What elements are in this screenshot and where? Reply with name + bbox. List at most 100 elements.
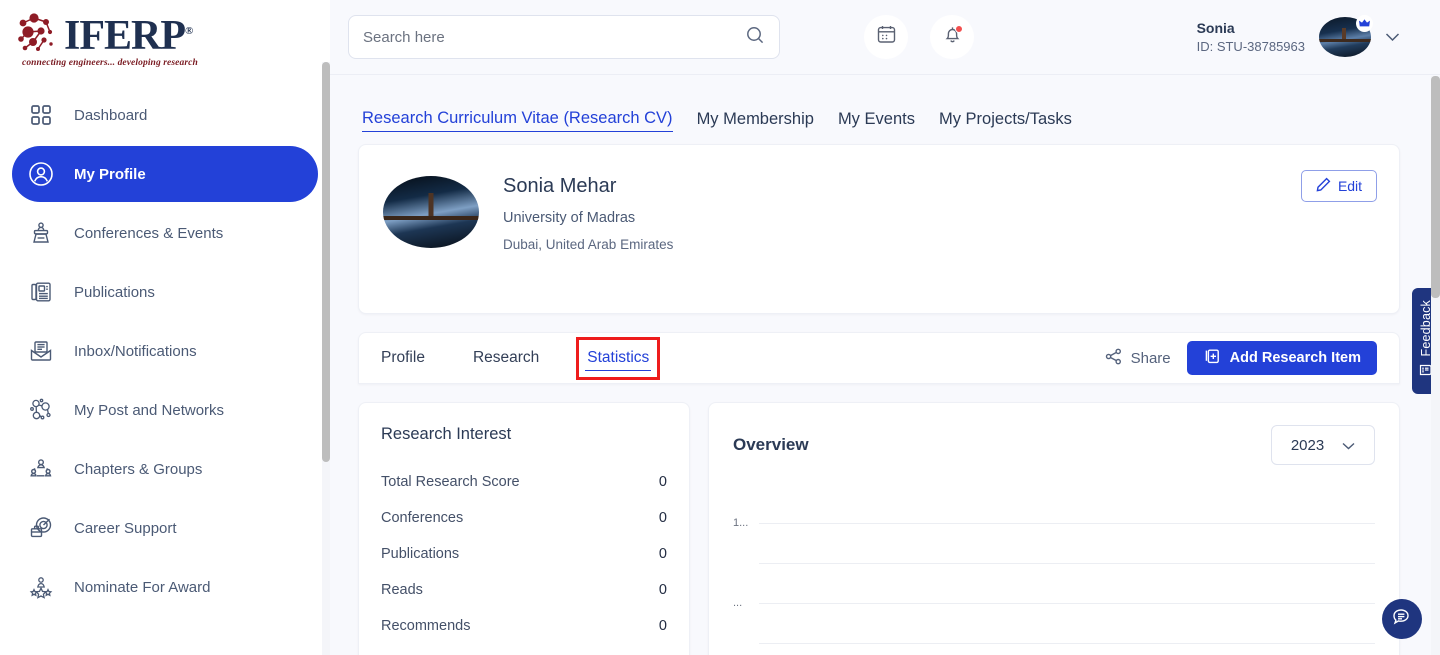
chevron-down-icon[interactable] [1385, 30, 1400, 45]
profile-card: Sonia Mehar University of Madras Dubai, … [358, 144, 1400, 314]
tab-profile[interactable]: Profile [379, 346, 427, 370]
sidebar-item-label: Conferences & Events [74, 225, 223, 242]
sidebar-item-conferences-events[interactable]: Conferences & Events [12, 205, 318, 261]
sidebar: IFERP® connecting engineers... developin… [0, 0, 330, 655]
network-icon [26, 395, 56, 425]
profile-info: Sonia Mehar University of Madras Dubai, … [503, 173, 673, 252]
main-area: Sonia ID: STU-38785963 Research Curricul… [330, 0, 1440, 655]
chevron-down-icon [1342, 437, 1355, 454]
sidebar-item-chapters-groups[interactable]: Chapters & Groups [12, 441, 318, 497]
search-input[interactable] [363, 29, 745, 46]
search-box[interactable] [348, 15, 780, 59]
sidebar-item-my-profile[interactable]: My Profile [12, 146, 318, 202]
interest-row-recommends: Recommends 0 [381, 608, 667, 644]
tab-my-membership[interactable]: My Membership [697, 110, 814, 132]
profile-photo[interactable] [383, 176, 479, 248]
interest-row-reads: Reads 0 [381, 572, 667, 608]
chart-gridline [759, 523, 1375, 524]
sidebar-item-my-post-and-networks[interactable]: My Post and Networks [12, 382, 318, 438]
top-bar: Sonia ID: STU-38785963 [330, 0, 1440, 75]
sidebar-item-label: Publications [74, 284, 155, 301]
sidebar-item-inbox-notifications[interactable]: Inbox/Notifications [12, 323, 318, 379]
add-research-item-button[interactable]: Add Research Item [1187, 341, 1377, 375]
app-root: IFERP® connecting engineers... developin… [0, 0, 1440, 655]
overview-chart: 1... ... ... [733, 515, 1375, 655]
interest-value: 0 [659, 474, 667, 490]
interest-value: 0 [659, 510, 667, 526]
share-button-label: Share [1131, 350, 1171, 367]
iferp-molecule-icon [14, 11, 60, 57]
chart-gridline [759, 603, 1375, 604]
tab-my-events[interactable]: My Events [838, 110, 915, 132]
sidebar-item-career-support[interactable]: Career Support [12, 500, 318, 556]
sub-tabs-actions: Share Add Research Item [1105, 341, 1377, 375]
calendar-button[interactable] [864, 15, 908, 59]
sidebar-item-nominate-for-award[interactable]: Nominate For Award [12, 559, 318, 615]
sidebar-item-label: My Profile [74, 166, 146, 183]
profile-name: Sonia Mehar [503, 175, 673, 198]
chart-gridline [759, 563, 1375, 564]
chart-ytick-label: 1... [733, 517, 757, 529]
brand-logo[interactable]: IFERP® connecting engineers... developin… [0, 0, 330, 78]
user-menu[interactable]: Sonia ID: STU-38785963 [1197, 17, 1400, 57]
main-scrollbar-thumb[interactable] [1431, 76, 1440, 298]
sidebar-scrollbar[interactable] [322, 62, 330, 655]
brand-tagline-part1: connecting engineers... [22, 58, 115, 68]
brand-tagline-part2: developing research [118, 58, 198, 68]
user-id: ID: STU-38785963 [1197, 38, 1305, 56]
sidebar-item-label: Nominate For Award [74, 579, 210, 596]
brand-tagline: connecting engineers... developing resea… [14, 58, 198, 68]
tab-research[interactable]: Research [471, 346, 541, 370]
sub-tabs-bar: Profile Research Statistics Share [358, 332, 1400, 384]
interest-row-conferences: Conferences 0 [381, 500, 667, 536]
search-icon[interactable] [745, 25, 765, 50]
chat-bubble-icon [1391, 606, 1413, 633]
overview-title: Overview [733, 435, 809, 455]
user-circle-icon [26, 159, 56, 189]
people-group-icon [26, 454, 56, 484]
sidebar-nav: Dashboard My Profile [0, 78, 330, 655]
sidebar-item-label: Inbox/Notifications [74, 343, 197, 360]
user-meta: Sonia ID: STU-38785963 [1197, 19, 1305, 55]
interest-row-shares: Shares 0 [381, 644, 667, 655]
avatar[interactable] [1319, 17, 1371, 57]
topbar-icon-group [864, 15, 974, 59]
tab-my-projects-tasks[interactable]: My Projects/Tasks [939, 110, 1072, 132]
main-scrollbar[interactable] [1431, 76, 1440, 655]
interest-label: Total Research Score [381, 474, 520, 490]
brand-registered-mark: ® [185, 25, 192, 37]
share-icon [1105, 348, 1122, 369]
main-tabs: Research Curriculum Vitae (Research CV) … [358, 75, 1400, 144]
research-interest-card: Research Interest Total Research Score 0… [358, 402, 690, 655]
sidebar-item-dashboard[interactable]: Dashboard [12, 87, 318, 143]
share-button[interactable]: Share [1105, 348, 1171, 369]
sidebar-item-label: Career Support [74, 520, 177, 537]
overview-header: Overview 2023 [733, 425, 1375, 465]
notifications-button[interactable] [930, 15, 974, 59]
interest-value: 0 [659, 582, 667, 598]
interest-label: Reads [381, 582, 423, 598]
tab-statistics[interactable]: Statistics [585, 346, 651, 371]
overview-card: Overview 2023 [708, 402, 1400, 655]
sidebar-item-publications[interactable]: Publications [12, 264, 318, 320]
interest-label: Recommends [381, 618, 470, 634]
stats-panels: Research Interest Total Research Score 0… [358, 402, 1400, 655]
pencil-icon [1316, 177, 1331, 195]
interest-row-publications: Publications 0 [381, 536, 667, 572]
notification-badge [955, 25, 963, 33]
profile-location: Dubai, United Arab Emirates [503, 237, 673, 252]
edit-button[interactable]: Edit [1301, 170, 1377, 202]
edit-button-label: Edit [1338, 178, 1362, 194]
interest-label: Publications [381, 546, 459, 562]
grid-icon [26, 100, 56, 130]
user-name: Sonia [1197, 19, 1305, 38]
add-document-icon [1203, 348, 1220, 369]
chat-button[interactable] [1382, 599, 1422, 639]
interest-value: 0 [659, 618, 667, 634]
tab-research-cv[interactable]: Research Curriculum Vitae (Research CV) [362, 109, 673, 132]
sidebar-scrollbar-thumb[interactable] [322, 62, 330, 462]
award-stars-icon [26, 572, 56, 602]
year-select[interactable]: 2023 [1271, 425, 1375, 465]
profile-affiliation: University of Madras [503, 210, 673, 226]
research-interest-title: Research Interest [381, 425, 667, 444]
